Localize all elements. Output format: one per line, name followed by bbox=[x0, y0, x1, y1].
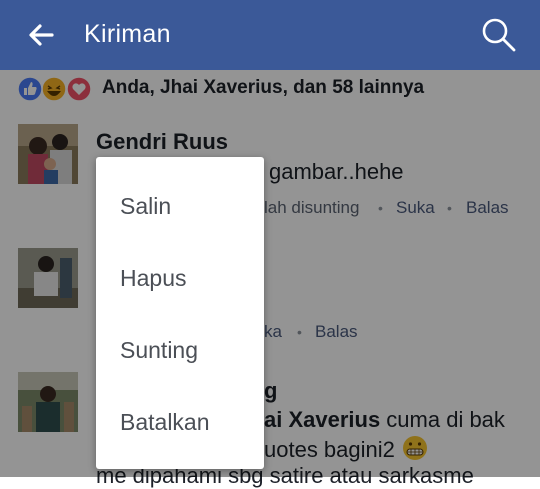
search-icon[interactable] bbox=[480, 16, 518, 54]
modal-scrim[interactable] bbox=[0, 70, 540, 477]
app-bar bbox=[0, 0, 540, 70]
menu-item-delete[interactable]: Hapus bbox=[120, 265, 186, 292]
menu-item-copy[interactable]: Salin bbox=[120, 193, 171, 220]
page-title: Kiriman bbox=[84, 20, 171, 48]
back-arrow-icon[interactable] bbox=[26, 20, 56, 50]
menu-item-edit[interactable]: Sunting bbox=[120, 337, 198, 364]
menu-item-cancel[interactable]: Batalkan bbox=[120, 409, 210, 436]
context-menu: Salin Hapus Sunting Batalkan bbox=[96, 157, 264, 469]
